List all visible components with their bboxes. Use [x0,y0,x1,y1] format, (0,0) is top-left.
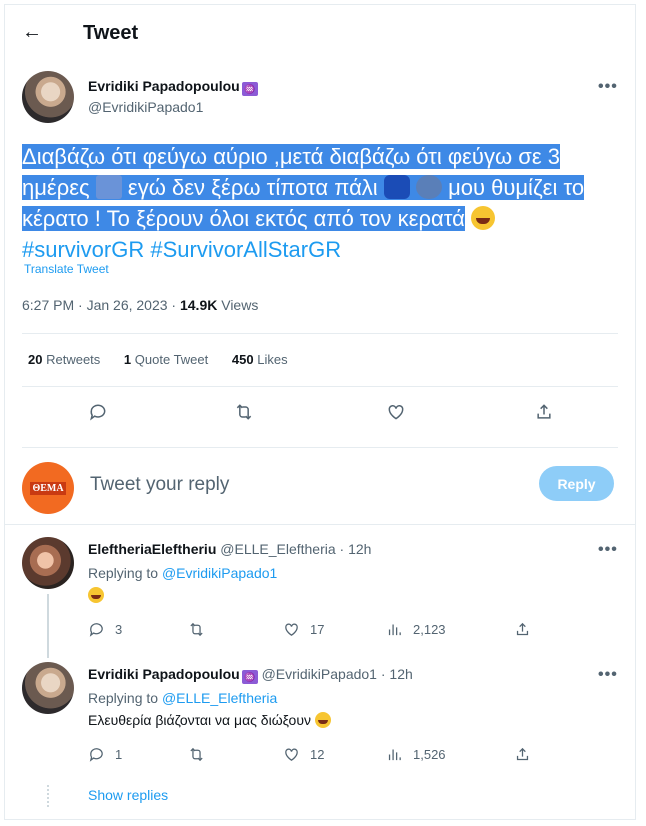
laughing-emoji-icon [88,587,104,603]
more-options-icon[interactable]: ••• [598,666,618,684]
divider [22,333,618,334]
translate-tweet-link[interactable]: Translate Tweet [24,262,109,276]
share-icon [516,622,529,636]
share-icon [516,747,529,761]
analytics-icon [388,624,401,636]
retweet-icon[interactable] [233,401,255,423]
replying-to-link[interactable]: @ELLE_Eleftheria [162,690,277,706]
tweet-text-part2: εγώ δεν ξέρω τίποτα πάλι [127,175,378,200]
reply-header: Evridiki Papadopoulou ♒ @EvridikiPapado1 … [88,666,413,684]
retweet-count[interactable] [188,621,215,638]
reply-icon[interactable] [87,401,109,423]
aquarius-icon: ♒ [241,82,258,96]
tweet-time[interactable]: 6:27 PM · Jan 26, 2023 · [22,297,180,313]
author-name-row[interactable]: Evridiki Papadopoulou ♒ [88,78,258,96]
replying-to: Replying to @EvridikiPapado1 [88,565,278,581]
face-emoji-icon [415,175,442,199]
reply-text-content: Ελευθερία βιάζονται να μας διώξουν [88,712,311,728]
aquarius-icon: ♒ [241,670,258,684]
reply-icon [89,748,103,762]
likes-stat[interactable]: 450 Likes [232,352,288,367]
more-options-icon[interactable]: ••• [598,541,618,559]
like-count[interactable]: 17 [283,621,324,638]
like-heart-icon [285,623,298,636]
reply-count[interactable]: 3 [88,621,122,638]
author-name[interactable]: Evridiki Papadopoulou [88,78,240,94]
views-count[interactable]: 1,526 [386,746,446,763]
user-avatar-logo[interactable]: ΘΕΜΑ [22,462,74,514]
like-heart-icon[interactable] [385,401,407,423]
reply-avatar[interactable] [22,662,74,714]
retweet-count[interactable] [188,746,215,763]
reply-header: EleftheriaEleftheriu @ELLE_Eleftheria · … [88,541,371,557]
hashtag-survivorallstargr[interactable]: #SurvivorAllStarGR [150,237,341,262]
reply-author-name[interactable]: EleftheriaEleftheriu [88,541,216,557]
replying-to-link[interactable]: @EvridikiPapado1 [162,565,277,581]
reply-button[interactable]: Reply [539,466,614,501]
page-title: Tweet [83,22,139,44]
views-count[interactable]: 2,123 [386,621,446,638]
reply-avatar[interactable] [22,537,74,589]
laughing-emoji-icon [314,712,331,728]
back-arrow-icon[interactable]: ← [22,22,42,42]
analytics-icon [388,749,401,761]
tweet-text: Διαβάζω ότι φεύγω αύριο ,μετά διαβάζω ότ… [22,141,622,265]
share-icon[interactable] [533,401,555,423]
replying-to: Replying to @ELLE_Eleftheria [88,690,278,706]
reply-handle-time[interactable]: @EvridikiPapado1 · 12h [262,666,413,682]
author-avatar[interactable] [22,71,74,123]
blue-heart-emoji-icon [383,175,410,199]
reply-count[interactable]: 1 [88,746,122,763]
tweet-stats: 20 Retweets 1 Quote Tweet 450 Likes [28,352,308,367]
retweets-stat[interactable]: 20 Retweets [28,352,100,367]
quote-tweets-stat[interactable]: 1 Quote Tweet [124,352,208,367]
reply-author-name[interactable]: Evridiki Papadopoulou [88,666,240,682]
divider [22,447,618,448]
reply-input[interactable]: Tweet your reply [90,474,229,496]
reply-text: Ελευθερία βιάζονται να μας διώξουν [88,712,331,728]
retweet-icon [190,622,203,637]
tweet-meta: 6:27 PM · Jan 26, 2023 · 14.9K Views [22,297,258,313]
divider [4,524,636,525]
reply-icon [89,623,103,637]
share-button[interactable] [514,621,541,638]
more-options-icon[interactable]: ••• [598,78,618,96]
like-count[interactable]: 12 [283,746,324,763]
hashtag-survivorgr[interactable]: #survivorGR [22,237,144,262]
divider [22,386,618,387]
show-replies-link[interactable]: Show replies [88,787,168,803]
reply-text [88,587,104,603]
views-count: 14.9K [179,297,218,313]
retweet-icon [190,747,203,762]
share-button[interactable] [514,746,541,763]
logo-text: ΘΕΜΑ [30,481,66,495]
reply-handle-time[interactable]: @ELLE_Eleftheria · 12h [220,541,371,557]
thread-line-dotted [47,785,51,807]
broken-heart-emoji-icon [95,175,122,199]
author-handle[interactable]: @EvridikiPapado1 [88,99,203,115]
thread-line [47,594,49,658]
laughing-emoji-icon [470,206,495,230]
views-label: Views [217,297,259,313]
like-heart-icon [285,748,298,761]
